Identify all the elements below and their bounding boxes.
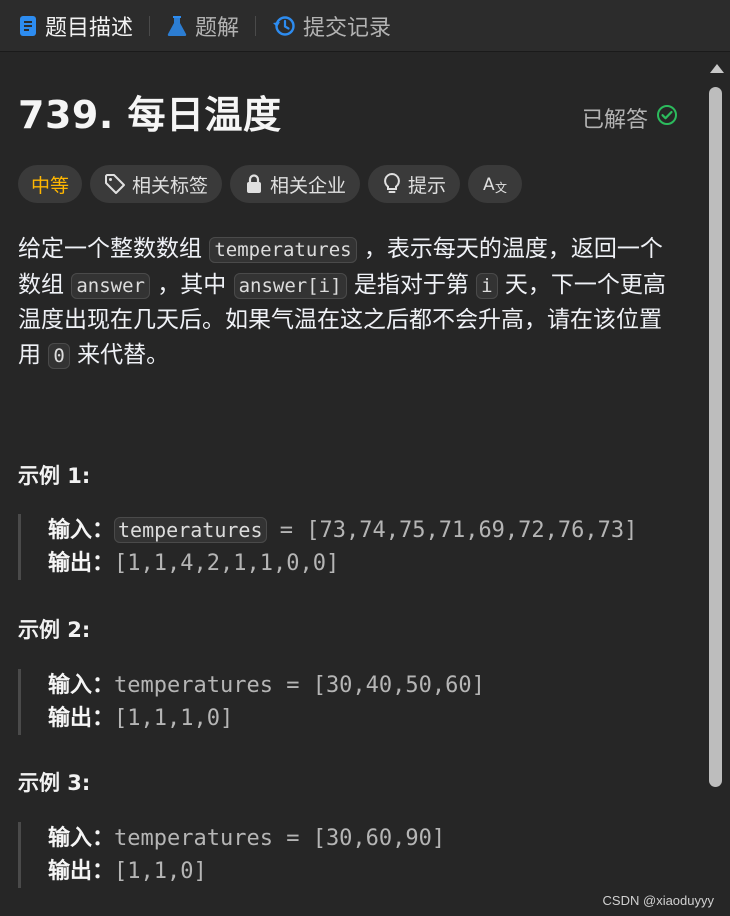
example-1-block: 输入： temperatures = [73,74,75,71,69,72,76,…	[18, 514, 637, 580]
tab-description[interactable]: 题目描述	[14, 0, 137, 52]
tab-divider	[149, 15, 151, 36]
example-3-input: 输入：temperatures = [30,60,90]	[48, 822, 445, 855]
output-value: [1,1,4,2,1,1,0,0]	[114, 551, 340, 576]
description-text: 来代替。	[77, 341, 170, 368]
example-1-input: 输入： temperatures = [73,74,75,71,69,72,76,…	[48, 514, 637, 547]
input-value: temperatures = [30,40,50,60]	[114, 673, 485, 698]
inline-code: temperatures	[209, 237, 357, 263]
title-row: 739. 每日温度 已解答	[18, 90, 678, 140]
translate-icon: A文	[482, 173, 508, 195]
example-1-output: 输出：[1,1,4,2,1,1,0,0]	[48, 547, 637, 580]
tab-submissions-label: 提交记录	[303, 15, 392, 41]
solved-status: 已解答	[582, 102, 678, 134]
input-variable: temperatures	[114, 517, 267, 543]
problem-title: 739. 每日温度	[18, 93, 282, 137]
tab-divider	[255, 15, 257, 36]
inline-code: i	[476, 272, 498, 299]
example-1-title: 示例 1:	[18, 464, 91, 488]
tab-description-label: 题目描述	[45, 15, 134, 41]
input-value: = [73,74,75,71,69,72,76,73]	[266, 518, 638, 543]
vertical-scrollbar[interactable]	[703, 52, 730, 916]
tag-row: 中等 相关标签 相关企业 提示 A文	[18, 165, 523, 203]
input-value: temperatures = [30,60,90]	[114, 826, 446, 851]
description-text: ，其中	[157, 271, 227, 298]
hint-button[interactable]: 提示	[368, 165, 461, 203]
output-value: [1,1,1,0]	[114, 706, 234, 731]
lightbulb-icon	[382, 172, 402, 196]
related-companies-button[interactable]: 相关企业	[230, 165, 361, 203]
related-tags-label: 相关标签	[132, 174, 209, 197]
example-3-title: 示例 3:	[18, 771, 91, 795]
example-2-output: 输出：[1,1,1,0]	[48, 702, 485, 735]
tab-solutions-label: 题解	[195, 15, 240, 41]
difficulty-label: 中等	[31, 174, 70, 197]
history-icon	[272, 15, 296, 37]
inline-code: 0	[48, 342, 70, 369]
hint-label: 提示	[408, 174, 447, 197]
output-label: 输出：	[48, 859, 115, 884]
output-label: 输出：	[48, 551, 115, 576]
output-value: [1,1,0]	[114, 859, 207, 884]
top-tab-bar: 题目描述 题解 提交记录	[0, 0, 730, 52]
related-companies-label: 相关企业	[270, 174, 347, 197]
example-2-title: 示例 2:	[18, 618, 91, 642]
inline-code: answer[i]	[233, 272, 347, 299]
input-label: 输入：	[48, 826, 115, 851]
tag-icon	[104, 173, 126, 195]
input-label: 输入：	[48, 673, 115, 698]
example-2-input: 输入：temperatures = [30,40,50,60]	[48, 669, 485, 702]
description-text: 给定一个整数数组	[18, 236, 202, 262]
problem-description: 给定一个整数数组 temperatures ，表示每天的温度，返回一个数组 an…	[18, 232, 683, 373]
example-2-block: 输入：temperatures = [30,40,50,60] 输出：[1,1,…	[18, 669, 485, 735]
svg-text:A: A	[483, 175, 495, 195]
description-text: 是指对于第	[353, 271, 469, 298]
flask-icon	[166, 15, 188, 37]
check-circle-icon	[656, 104, 678, 132]
inline-code: answer	[71, 272, 150, 299]
translate-button[interactable]: A文	[468, 165, 523, 203]
output-label: 输出：	[48, 706, 115, 731]
input-label: 输入：	[48, 518, 115, 543]
tab-submissions[interactable]: 提交记录	[268, 0, 395, 52]
solved-status-label: 已解答	[581, 108, 648, 133]
problem-panel: 739. 每日温度 已解答 中等 相关标签 相关企业 提示 A 文 给定一个整数…	[0, 52, 703, 916]
related-tags-button[interactable]: 相关标签	[90, 165, 223, 203]
scrollbar-thumb[interactable]	[709, 87, 722, 787]
scroll-up-arrow-icon[interactable]	[710, 64, 724, 73]
lock-icon	[244, 173, 264, 195]
svg-text:文: 文	[495, 180, 507, 195]
document-icon	[18, 15, 38, 37]
difficulty-badge: 中等	[18, 165, 83, 203]
example-3-block: 输入：temperatures = [30,60,90] 输出：[1,1,0]	[18, 822, 445, 888]
watermark: CSDN @xiaoduyyy	[602, 893, 714, 908]
tab-solutions[interactable]: 题解	[162, 0, 243, 52]
example-3-output: 输出：[1,1,0]	[48, 855, 445, 888]
